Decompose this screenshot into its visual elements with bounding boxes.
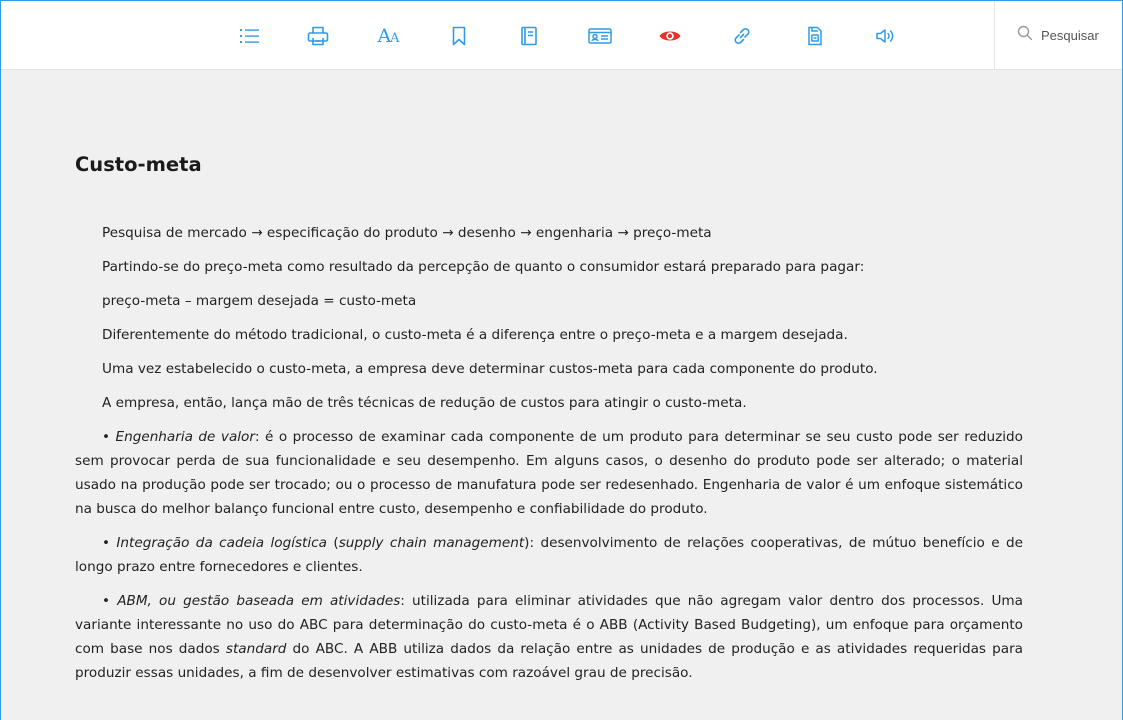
bullet-supply-chain: • Integração da cadeia logística (supply… — [75, 531, 1023, 579]
article-body: Pesquisa de mercado → especificação do p… — [75, 221, 1023, 685]
article-content: Custo-meta Pesquisa de mercado → especif… — [75, 151, 1023, 695]
document-icon[interactable] — [801, 23, 829, 49]
bullet-text: ( — [326, 535, 339, 551]
paragraph-formula: preço-meta – margem desejada = custo-met… — [102, 293, 417, 309]
paragraph-techniques: A empresa, então, lança mão de três técn… — [102, 395, 747, 411]
search-icon — [1017, 25, 1033, 45]
reader-toolbar: AA Pesquisar — [1, 1, 1122, 70]
search-button[interactable]: Pesquisar — [994, 1, 1122, 69]
bullet-marker: • — [102, 535, 117, 551]
paragraph-flow: Pesquisa de mercado → especificação do p… — [102, 225, 712, 241]
speaker-icon[interactable] — [871, 23, 899, 49]
term-supply-chain: Integração da cadeia logística — [116, 535, 327, 551]
reader-window: AA Pesquisar Custo-meta Pesquisa de merc… — [0, 0, 1123, 720]
article-title: Custo-meta — [75, 153, 202, 176]
id-card-icon[interactable] — [585, 23, 615, 49]
term-value-engineering: Engenharia de valor — [115, 429, 255, 445]
search-label: Pesquisar — [1041, 27, 1099, 43]
paragraph-difference: Diferentemente do método tradicional, o … — [102, 327, 848, 343]
paragraph-components: Uma vez estabelecido o custo-meta, a emp… — [102, 361, 878, 377]
font-size-icon[interactable]: AA — [372, 23, 404, 49]
eye-icon[interactable] — [656, 23, 684, 49]
notebook-icon[interactable] — [515, 23, 543, 49]
link-icon[interactable] — [728, 23, 756, 49]
paragraph-target-price: Partindo-se do preço-meta como resultado… — [102, 259, 865, 275]
term-abm: ABM, ou gestão baseada em atividades — [117, 593, 401, 609]
bookmark-icon[interactable] — [445, 23, 473, 49]
list-icon[interactable] — [236, 23, 264, 49]
bullet-value-engineering: • Engenharia de valor: é o processo de e… — [75, 425, 1023, 521]
bullet-marker: • — [102, 429, 116, 445]
bullet-marker: • — [102, 593, 118, 609]
bullet-abm: • ABM, ou gestão baseada em atividades: … — [75, 589, 1023, 685]
term-standard: standard — [225, 641, 287, 657]
term-supply-chain-management: supply chain management — [338, 535, 525, 551]
print-icon[interactable] — [304, 23, 332, 49]
